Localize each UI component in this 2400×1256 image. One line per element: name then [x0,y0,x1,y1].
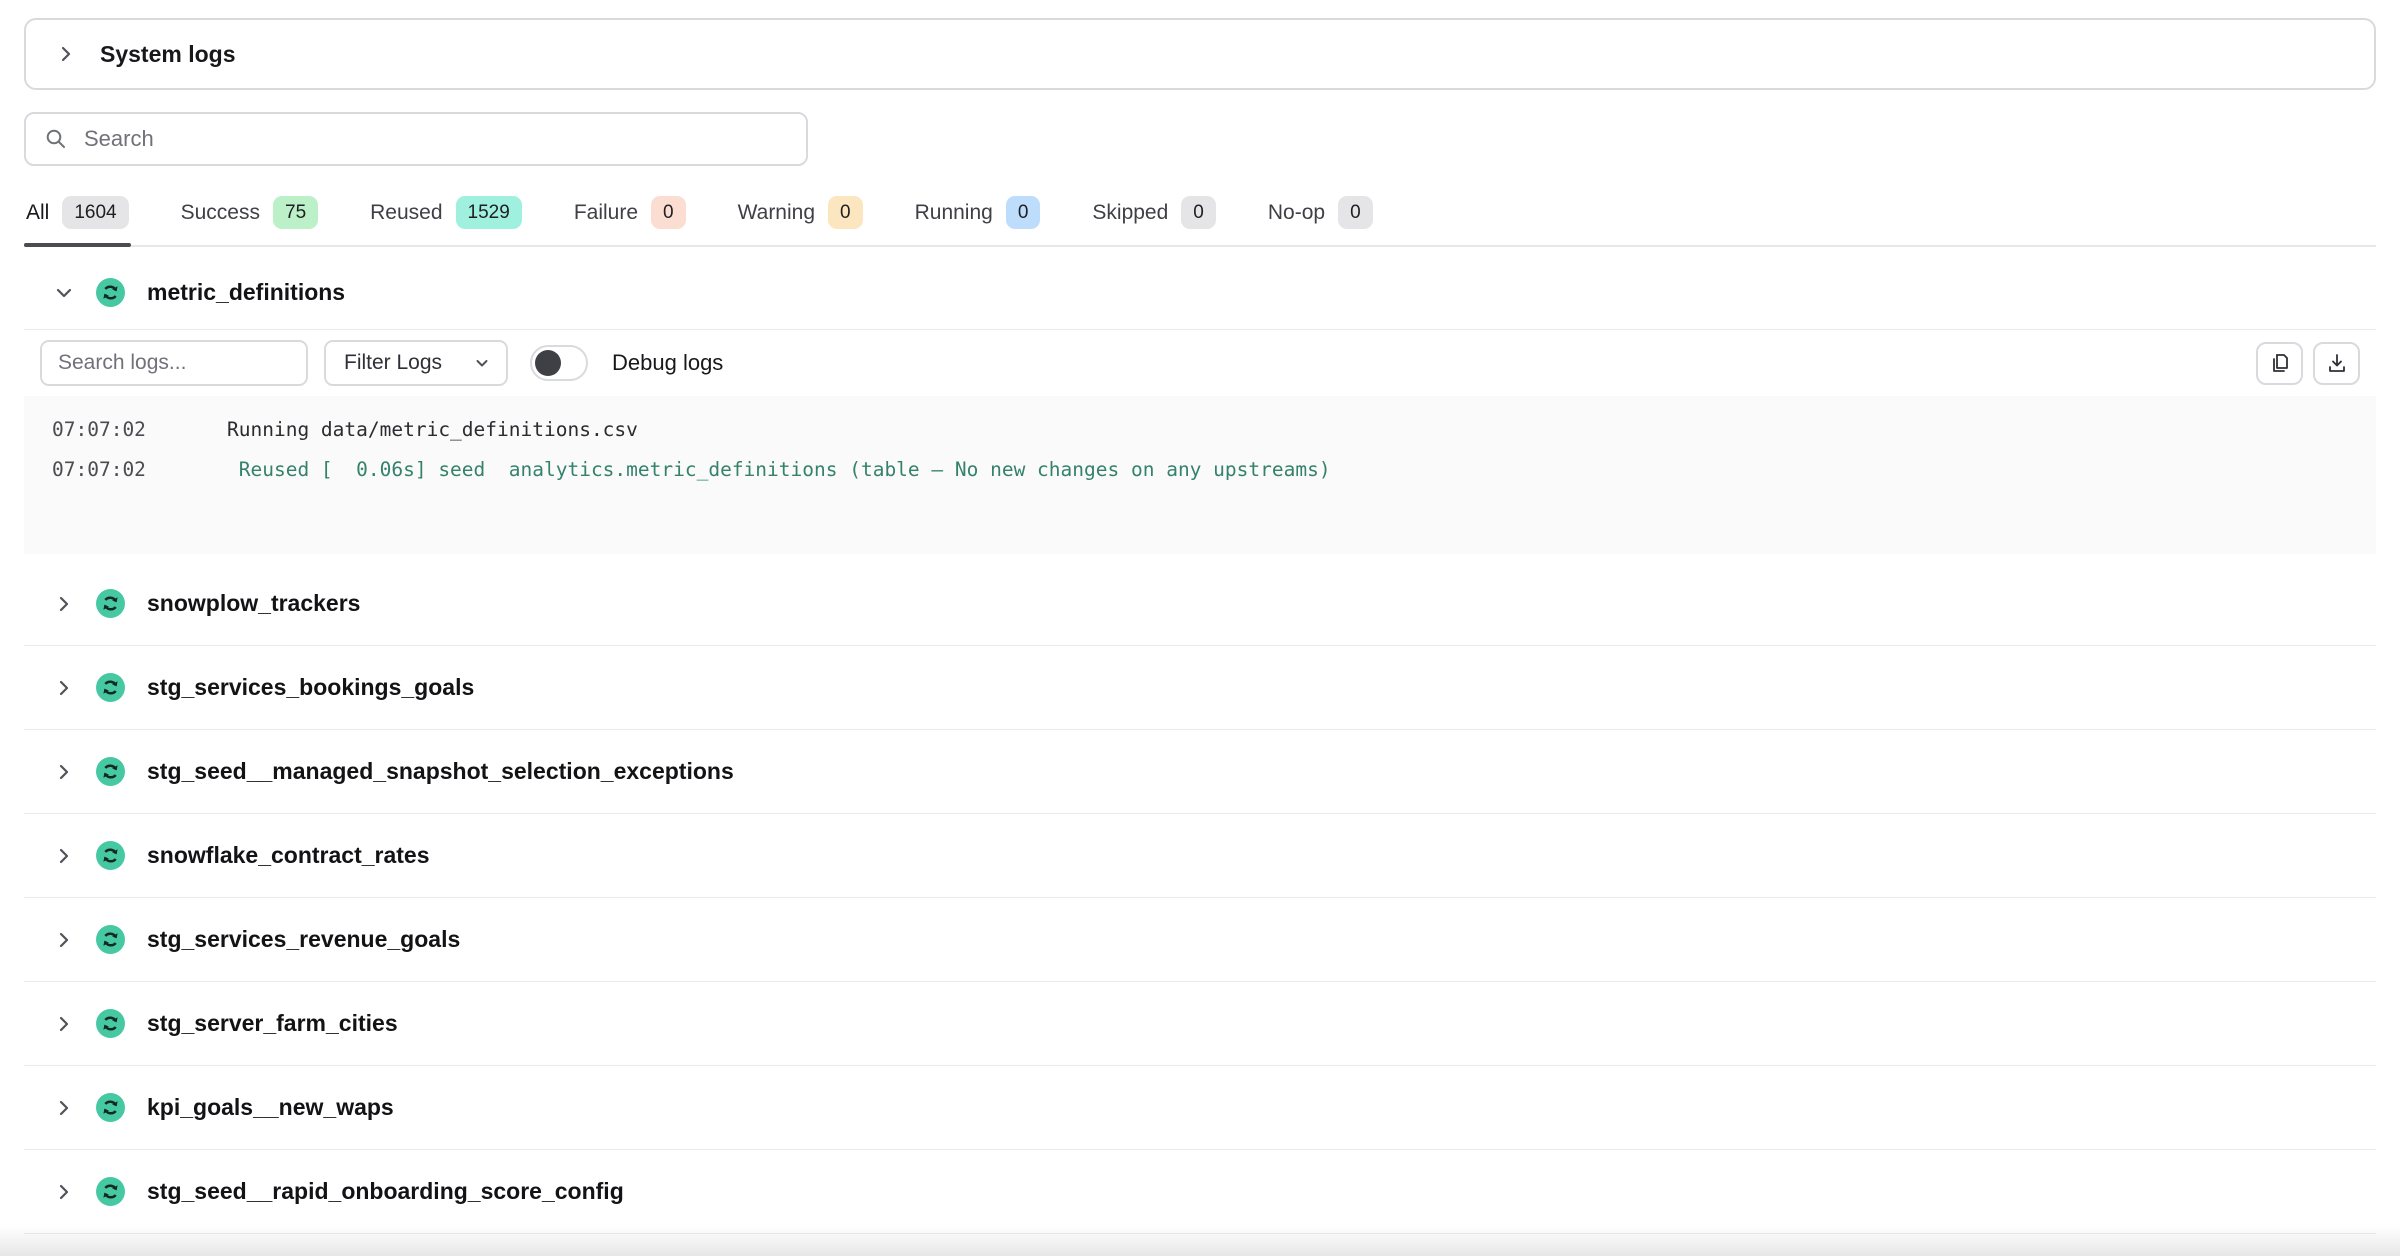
log-message: Running data/metric_definitions.csv [227,410,638,450]
section-title: snowplow_trackers [147,590,360,617]
debug-logs-label: Debug logs [612,350,723,376]
system-logs-title: System logs [100,41,236,68]
section-row-metric-definitions[interactable]: metric_definitions [24,256,2376,330]
tab-failure[interactable]: Failure 0 [572,192,688,245]
log-message: Reused [ 0.06s] seed analytics.metric_de… [227,450,1331,490]
log-timestamp: 07:07:02 [52,450,152,490]
log-console: System logs All 1604 Success 75 Reused 1… [0,18,2400,1234]
search-box [24,112,808,166]
tab-all[interactable]: All 1604 [24,192,131,245]
reused-status-icon [96,1093,125,1122]
tab-count-badge: 0 [828,196,863,229]
section-row-stg-services-bookings-goals[interactable]: stg_services_bookings_goals [24,646,2376,730]
tab-count-badge: 0 [1338,196,1373,229]
reused-status-icon [96,589,125,618]
download-logs-button[interactable] [2313,342,2360,385]
tab-count-badge: 0 [1181,196,1216,229]
section-row-stg-seed-rapid-onboarding-score-config[interactable]: stg_seed__rapid_onboarding_score_config [24,1150,2376,1234]
system-logs-header[interactable]: System logs [24,18,2376,90]
chevron-down-icon [474,355,490,371]
section-title: kpi_goals__new_waps [147,1094,394,1121]
section-title: metric_definitions [147,279,345,306]
search-icon [44,127,68,151]
log-line: 07:07:02 Reused [ 0.06s] seed analytics.… [52,450,2376,490]
section-row-snowplow-trackers[interactable]: snowplow_trackers [24,562,2376,646]
chevron-right-icon [54,1182,74,1202]
section-title: stg_services_revenue_goals [147,926,460,953]
reused-status-icon [96,1177,125,1206]
section-row-snowflake-contract-rates[interactable]: snowflake_contract_rates [24,814,2376,898]
tab-count-badge: 0 [651,196,686,229]
chevron-right-icon [56,44,76,64]
section-title: snowflake_contract_rates [147,842,430,869]
section-title: stg_seed__rapid_onboarding_score_config [147,1178,624,1205]
tab-label: All [26,201,49,225]
tab-reused[interactable]: Reused 1529 [368,192,524,245]
section-row-stg-server-farm-cities[interactable]: stg_server_farm_cities [24,982,2376,1066]
tab-label: Skipped [1092,201,1168,225]
tab-count-badge: 75 [273,196,318,229]
tab-count-badge: 1604 [62,196,128,229]
reused-status-icon [96,841,125,870]
tab-warning[interactable]: Warning 0 [736,192,865,245]
copy-logs-button[interactable] [2256,342,2303,385]
section-title: stg_services_bookings_goals [147,674,474,701]
filter-logs-label: Filter Logs [344,351,442,375]
reused-status-icon [96,673,125,702]
reused-status-icon [96,278,125,307]
chevron-right-icon [54,1098,74,1118]
section-row-kpi-goals-new-waps[interactable]: kpi_goals__new_waps [24,1066,2376,1150]
chevron-right-icon [54,594,74,614]
log-line: 07:07:02 Running data/metric_definitions… [52,410,2376,450]
section-row-stg-seed-managed-snapshot-selection-exceptions[interactable]: stg_seed__managed_snapshot_selection_exc… [24,730,2376,814]
search-logs-input[interactable] [40,340,308,386]
tab-running[interactable]: Running 0 [913,192,1043,245]
tab-label: Warning [738,201,815,225]
section-title: stg_server_farm_cities [147,1010,398,1037]
tab-skipped[interactable]: Skipped 0 [1090,192,1217,245]
copy-icon [2268,351,2292,375]
status-tabs: All 1604 Success 75 Reused 1529 Failure … [24,192,2376,247]
reused-status-icon [96,925,125,954]
chevron-right-icon [54,1014,74,1034]
tab-label: Failure [574,201,638,225]
reused-status-icon [96,1009,125,1038]
tab-noop[interactable]: No-op 0 [1266,192,1375,245]
tab-count-badge: 1529 [456,196,522,229]
reused-status-icon [96,757,125,786]
debug-logs-toggle[interactable] [530,345,588,381]
tab-label: Running [915,201,993,225]
log-output-panel: 07:07:02 Running data/metric_definitions… [24,396,2376,554]
tab-label: No-op [1268,201,1325,225]
chevron-right-icon [54,930,74,950]
chevron-down-icon [54,283,74,303]
log-toolbar: Filter Logs Debug logs [24,330,2376,396]
tab-label: Success [181,201,260,225]
chevron-right-icon [54,846,74,866]
tab-label: Reused [370,201,442,225]
download-icon [2325,351,2349,375]
chevron-right-icon [54,762,74,782]
chevron-right-icon [54,678,74,698]
section-row-stg-services-revenue-goals[interactable]: stg_services_revenue_goals [24,898,2376,982]
tab-success[interactable]: Success 75 [179,192,321,245]
log-timestamp: 07:07:02 [52,410,152,450]
section-rows: snowplow_trackers stg_services_bookings_… [24,562,2376,1234]
search-input[interactable] [82,125,788,153]
tab-count-badge: 0 [1006,196,1041,229]
toggle-knob [535,350,561,376]
filter-logs-dropdown[interactable]: Filter Logs [324,340,508,386]
section-title: stg_seed__managed_snapshot_selection_exc… [147,758,734,785]
